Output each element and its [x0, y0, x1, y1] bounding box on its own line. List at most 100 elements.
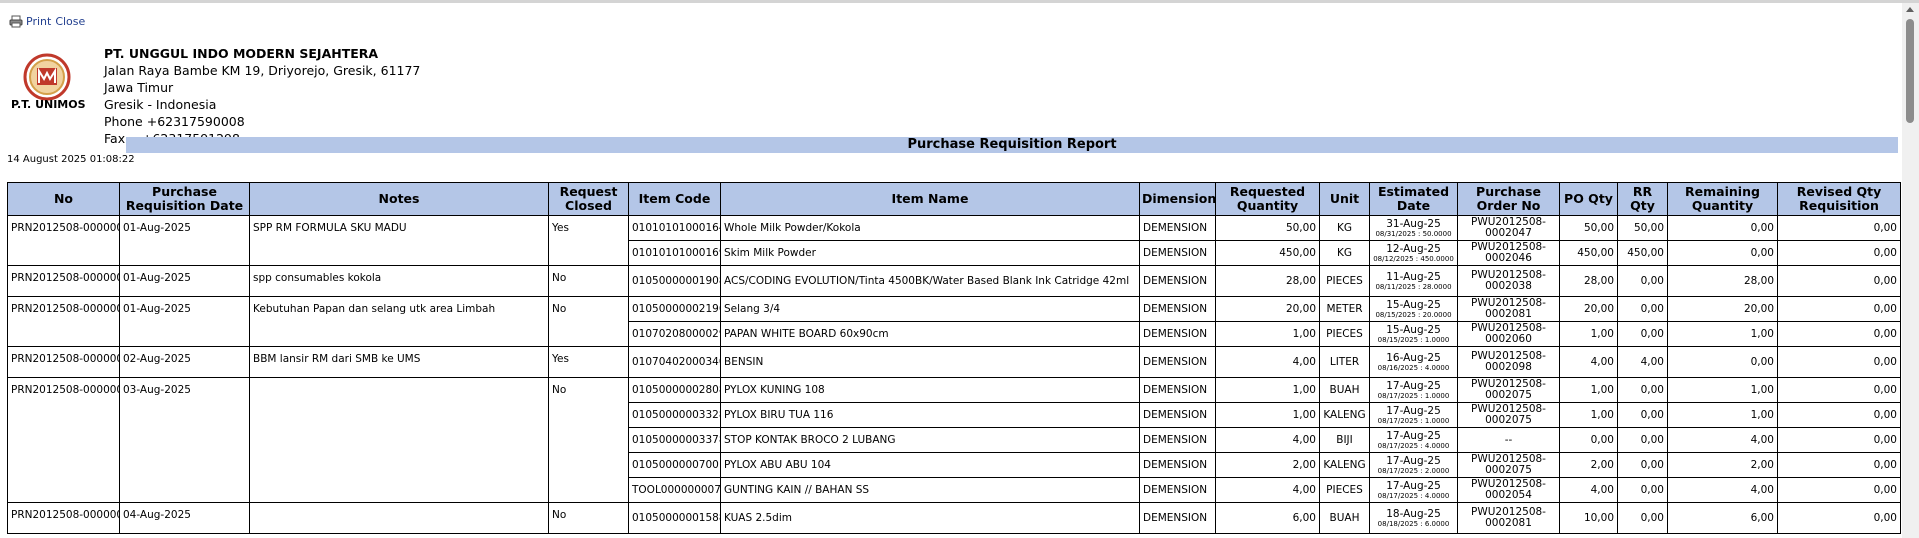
rr-qty: 0,00	[1617, 321, 1668, 347]
requisition-date: 04-Aug-2025	[119, 502, 250, 534]
table-header-row: No Purchase Requisition Date Notes Reque…	[7, 182, 1901, 216]
table-row: PRN2012508-0000006 04-Aug-2025 No 010500000…	[7, 502, 1901, 534]
po-qty: 4,00	[1559, 346, 1618, 378]
purchase-order-no: PWU2012508-0002054	[1457, 477, 1560, 503]
purchase-order-no: PWU2012508-0002081	[1457, 296, 1560, 322]
item-name: ACS/CODING EVOLUTION/Tinta 4500BK/Water …	[720, 265, 1140, 297]
scrollbar-thumb[interactable]	[1906, 19, 1914, 123]
estimated-date: 16-Aug-25 08/16/2025 : 4.0000	[1369, 346, 1458, 378]
item-code: 01010101000169	[628, 240, 721, 266]
remaining-quantity: 0,00	[1667, 240, 1778, 266]
company-info: PT. UNGGUL INDO MODERN SEJAHTERA Jalan R…	[104, 45, 420, 147]
po-qty: 10,00	[1559, 502, 1618, 534]
item-name: PYLOX ABU ABU 104	[720, 452, 1140, 478]
purchase-order-no: PWU2012508-0002038	[1457, 265, 1560, 297]
item-code: 01050000003328	[628, 402, 721, 428]
item-code: 01070402000340	[628, 346, 721, 378]
phone-value: +62317590008	[146, 114, 245, 129]
requested-quantity: 6,00	[1215, 502, 1320, 534]
col-header: PO Qty	[1559, 182, 1618, 216]
requisition-closed: No	[548, 265, 629, 297]
phone-label: Phone	[104, 114, 143, 129]
estimated-date-detail: 08/31/2025 : 50.0000	[1375, 229, 1452, 238]
estimated-date-value: 17-Aug-25	[1386, 479, 1441, 492]
item-name: PAPAN WHITE BOARD 60x90cm	[720, 321, 1140, 347]
item-dimension: DEMENSION	[1139, 321, 1216, 347]
estimated-date-value: 15-Aug-25	[1386, 298, 1441, 311]
requested-quantity: 50,00	[1215, 215, 1320, 241]
item-dimension: DEMENSION	[1139, 427, 1216, 453]
requisition-notes: SPP RM FORMULA SKU MADU	[249, 215, 549, 266]
estimated-date-detail: 08/17/2025 : 1.0000	[1377, 391, 1450, 400]
company-address-line-3: Gresik - Indonesia	[104, 97, 217, 112]
remaining-quantity: 4,00	[1667, 477, 1778, 503]
item-name: Skim Milk Powder	[720, 240, 1140, 266]
item-unit: BUAH	[1319, 502, 1370, 534]
item-name: Whole Milk Powder/Kokola	[720, 215, 1140, 241]
requisition-no: PRN2012508-0000006	[7, 502, 120, 534]
purchase-order-no-value: PWU2012508-0002098	[1471, 350, 1546, 373]
print-link[interactable]: Print	[26, 15, 51, 28]
revised-qty: 0,00	[1777, 265, 1901, 297]
remaining-quantity: 0,00	[1667, 346, 1778, 378]
purchase-order-no: PWU2012508-0002098	[1457, 346, 1560, 378]
purchase-order-no: PWU2012508-0002075	[1457, 377, 1560, 403]
estimated-date-detail: 08/18/2025 : 6.0000	[1377, 519, 1450, 528]
requisition-no: PRN2012508-0000005	[7, 377, 120, 503]
item-unit: PIECES	[1319, 321, 1370, 347]
purchase-order-no: PWU2012508-0002081	[1457, 502, 1560, 534]
estimated-date-detail: 08/16/2025 : 4.0000	[1377, 363, 1450, 372]
col-header: No	[7, 182, 120, 216]
table-row: PRN2012508-0000001 01-Aug-2025 SPP RM FORM…	[7, 215, 1901, 266]
requisition-notes	[249, 377, 549, 503]
printer-icon[interactable]	[9, 15, 23, 28]
revised-qty: 0,00	[1777, 477, 1901, 503]
requisition-date: 02-Aug-2025	[119, 346, 250, 378]
estimated-date-detail: 08/15/2025 : 20.0000	[1375, 310, 1452, 319]
requisition-date: 01-Aug-2025	[119, 215, 250, 266]
table-body: PRN2012508-0000001 01-Aug-2025 SPP RM FORM…	[7, 215, 1901, 534]
estimated-date: 17-Aug-25 08/17/2025 : 4.0000	[1369, 477, 1458, 503]
scroll-up-arrow-icon[interactable]	[1906, 7, 1914, 12]
requested-quantity: 4,00	[1215, 427, 1320, 453]
item-dimension: DEMENSION	[1139, 296, 1216, 322]
po-qty: 2,00	[1559, 452, 1618, 478]
item-dimension: DEMENSION	[1139, 402, 1216, 428]
rr-qty: 0,00	[1617, 502, 1668, 534]
item-name: Selang 3/4	[720, 296, 1140, 322]
item-dimension: DEMENSION	[1139, 346, 1216, 378]
estimated-date: 17-Aug-25 08/17/2025 : 4.0000	[1369, 427, 1458, 453]
purchase-order-no: --	[1457, 427, 1560, 453]
po-qty: 1,00	[1559, 377, 1618, 403]
col-header: Requested Quantity	[1215, 182, 1320, 216]
estimated-date: 12-Aug-25 08/12/2025 : 450.0000	[1369, 240, 1458, 266]
purchase-order-no-value: PWU2012508-0002054	[1471, 478, 1546, 501]
window-top-border	[0, 0, 1919, 3]
item-unit: BIJI	[1319, 427, 1370, 453]
po-qty: 0,00	[1559, 427, 1618, 453]
item-unit: KALENG	[1319, 402, 1370, 428]
revised-qty: 0,00	[1777, 240, 1901, 266]
requested-quantity: 28,00	[1215, 265, 1320, 297]
requisition-no: PRN2012508-0000004	[7, 346, 120, 378]
requisition-notes: BBM lansir RM dari SMB ke UMS	[249, 346, 549, 378]
purchase-order-no: PWU2012508-0002060	[1457, 321, 1560, 347]
requisition-closed: No	[548, 502, 629, 534]
po-qty: 50,00	[1559, 215, 1618, 241]
po-qty: 450,00	[1559, 240, 1618, 266]
remaining-quantity: 6,00	[1667, 502, 1778, 534]
estimated-date-value: 12-Aug-25	[1386, 242, 1441, 255]
purchase-order-no-value: PWU2012508-0002075	[1471, 403, 1546, 426]
close-link[interactable]: Close	[55, 15, 85, 28]
purchase-order-no: PWU2012508-0002047	[1457, 215, 1560, 241]
remaining-quantity: 4,00	[1667, 427, 1778, 453]
requisition-notes: spp consumables kokola	[249, 265, 549, 297]
purchase-order-no: PWU2012508-0002075	[1457, 452, 1560, 478]
requisition-notes: Kebutuhan Papan dan selang utk area Limb…	[249, 296, 549, 347]
revised-qty: 0,00	[1777, 346, 1901, 378]
table-row: PRN2012508-0000003 01-Aug-2025 Kebutuhan P…	[7, 296, 1901, 347]
report-title: Purchase Requisition Report	[126, 137, 1898, 153]
vertical-scrollbar[interactable]	[1902, 3, 1919, 538]
estimated-date-detail: 08/15/2025 : 1.0000	[1377, 335, 1450, 344]
report-toolbar: Print Close	[9, 15, 85, 28]
